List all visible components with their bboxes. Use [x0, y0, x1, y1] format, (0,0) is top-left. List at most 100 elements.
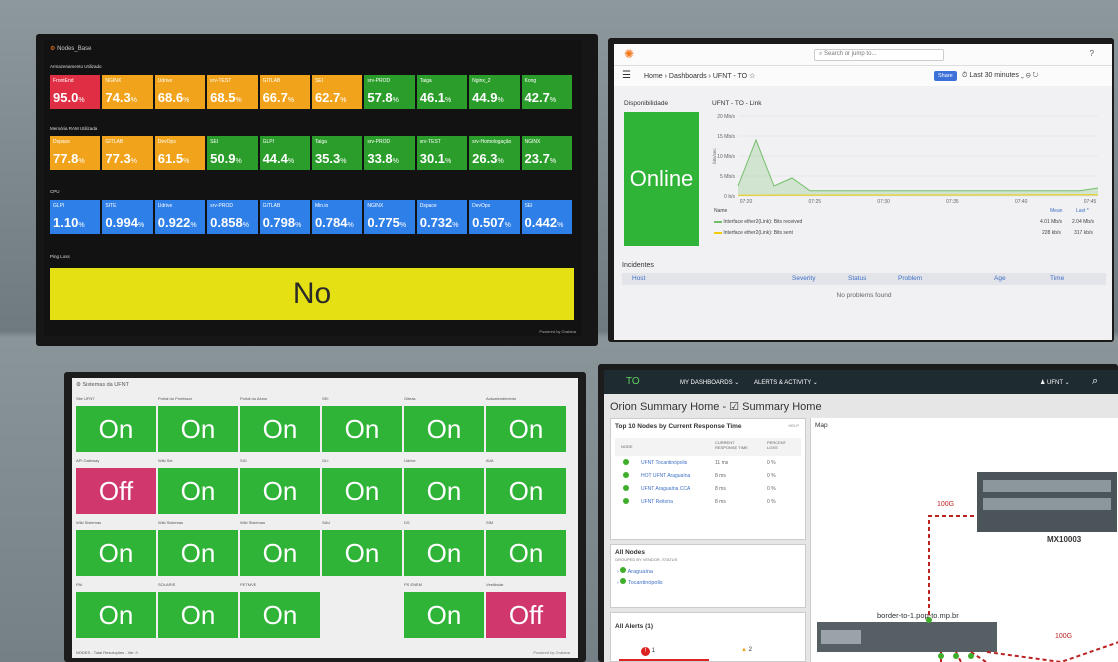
grafana-logo-icon[interactable]: ✺ — [624, 47, 634, 61]
storage-tile[interactable]: Kong 42.7% — [521, 75, 572, 109]
col-age[interactable]: Age — [994, 275, 1006, 282]
breadcrumb[interactable]: Home › Dashboards › UFNT - TO ☆ — [644, 72, 755, 80]
time-range-picker[interactable]: ⏱ Last 30 minutes ⌄ ⊖ ↻ — [962, 72, 1038, 80]
system-cell[interactable]: Autoatendimento On — [486, 396, 566, 456]
group-araguaina[interactable]: › Araguaína — [611, 562, 805, 575]
help-icon[interactable]: ? — [1090, 49, 1094, 58]
system-label: SAU — [322, 520, 331, 525]
tile-label: NGINX — [524, 139, 541, 145]
ram-tile[interactable]: DevOps 61.5% — [154, 136, 206, 170]
cpu-tile[interactable]: Udrive 0.922% — [154, 200, 206, 234]
cpu-tile[interactable]: NGINX 0.775% — [364, 200, 415, 234]
ram-tile[interactable]: srv-PROD 33.8% — [364, 136, 415, 170]
menu-icon[interactable]: ☰ — [622, 70, 631, 81]
cpu-tile[interactable]: DevOps 0.507% — [469, 200, 520, 234]
system-cell[interactable]: Portal do Aluno On — [240, 396, 320, 456]
y-tick-label: 20 Mb/s — [717, 114, 735, 120]
dashboard-title[interactable]: ⚙ Sistemas da UFNT — [76, 382, 129, 388]
search-icon[interactable]: ⌕ — [1092, 375, 1098, 388]
ram-tile[interactable]: Taiga 35.3% — [311, 136, 363, 170]
system-cell[interactable]: SEI On — [322, 396, 402, 456]
system-cell[interactable]: SIM On — [486, 520, 566, 580]
storage-tile[interactable]: Taiga 46.1% — [416, 75, 468, 109]
user-menu[interactable]: ♟ UFNT ⌄ — [1040, 379, 1070, 386]
node-name[interactable]: HOT UFNT Araguaína — [641, 473, 690, 479]
system-cell[interactable] — [322, 582, 402, 642]
critical-alerts[interactable]: ! 1 — [641, 647, 655, 656]
ram-tile[interactable]: srv-TEST 30.1% — [416, 136, 468, 170]
alerts-activity-menu[interactable]: ALERTS & ACTIVITY ⌄ — [754, 379, 818, 386]
system-cell[interactable]: AVA On — [486, 458, 566, 518]
ram-tile[interactable]: Dspace 77.8% — [50, 136, 101, 170]
col-severity[interactable]: Severity — [792, 275, 815, 282]
system-cell[interactable]: PS ENEM On — [404, 582, 484, 642]
storage-tile[interactable]: FrontEnd 95.0% — [50, 75, 101, 109]
system-cell[interactable]: Udrive On — [404, 458, 484, 518]
table-row[interactable]: UFNT Araguaína CCA 8 ms 0 % — [611, 482, 805, 495]
col-problem[interactable]: Problem — [898, 275, 922, 282]
system-cell[interactable]: API Gateway Off — [76, 458, 156, 518]
col-time[interactable]: Time — [1050, 275, 1064, 282]
my-dashboards-menu[interactable]: MY DASHBOARDS ⌄ — [680, 379, 739, 386]
ram-tile[interactable]: GLPI 44.4% — [259, 136, 310, 170]
cpu-tile[interactable]: srv-PROD 0.858% — [207, 200, 258, 234]
dashboard-title[interactable]: ⚙ Nodes_Base — [50, 45, 91, 52]
storage-tile[interactable]: SEI 62.7% — [311, 75, 363, 109]
storage-tile[interactable]: srv-TEST 68.5% — [207, 75, 258, 109]
system-cell[interactable]: SIG On — [240, 458, 320, 518]
cpu-tile[interactable]: SEI 0.442% — [521, 200, 572, 234]
tile-label: Taiga — [314, 139, 327, 145]
warning-alerts[interactable]: ▲ 2 — [741, 647, 752, 653]
system-cell[interactable]: Vestibular Off — [486, 582, 566, 642]
cpu-tile[interactable]: GITLAB 0.798% — [259, 200, 310, 234]
col-percent-loss[interactable]: PERCENT LOSS — [767, 440, 797, 450]
legend-sent[interactable]: Interface ether2(Link): Bits sent — [714, 230, 793, 236]
node-name[interactable]: UFNT Reitoria — [641, 499, 673, 505]
system-cell[interactable]: DS On — [404, 520, 484, 580]
search-input[interactable]: ⌕ Search or jump to... — [814, 49, 944, 61]
system-cell[interactable]: SAU On — [322, 520, 402, 580]
table-row[interactable]: UFNT Reitoria 8 ms 0 % — [611, 495, 805, 508]
storage-tile[interactable]: NGINX 74.3% — [102, 75, 153, 109]
legend-received[interactable]: Interface ether2(Link): Bits received — [714, 219, 802, 225]
system-cell[interactable]: PAI On — [76, 582, 156, 642]
ram-tile[interactable]: SEI 50.9% — [207, 136, 258, 170]
table-row[interactable]: UFNT Tocantinópolis 11 ms 0 % — [611, 456, 805, 469]
share-button[interactable]: Share — [934, 71, 957, 81]
ram-tile[interactable]: GITLAB 77.3% — [102, 136, 153, 170]
system-cell[interactable]: Wiki Sistemas On — [158, 520, 238, 580]
system-cell[interactable]: Wiki Sistemas On — [76, 520, 156, 580]
group-tocantinopolis[interactable]: › Tocantinópolis — [611, 575, 805, 586]
system-cell[interactable]: Wiki Sei On — [158, 458, 238, 518]
warning-icon: ▲ — [741, 647, 747, 653]
storage-tile[interactable]: Udrive 68.6% — [154, 75, 206, 109]
col-status[interactable]: Status — [848, 275, 866, 282]
system-cell[interactable]: SOLARIS On — [158, 582, 238, 642]
system-cell[interactable]: Wiki Sistemas On — [240, 520, 320, 580]
storage-tile[interactable]: Nginx_2 44.9% — [469, 75, 520, 109]
tile-value: 23.7% — [524, 151, 557, 166]
ram-tile[interactable]: srv-Homologação 26.3% — [469, 136, 520, 170]
orion-logo[interactable]: TO — [626, 376, 640, 387]
col-host[interactable]: Host — [632, 275, 645, 282]
cpu-tile[interactable]: Dspace 0.732% — [416, 200, 468, 234]
system-cell[interactable]: Giteas On — [404, 396, 484, 456]
cpu-tile[interactable]: Min.io 0.784% — [311, 200, 363, 234]
cpu-tile[interactable]: SITE 0.994% — [102, 200, 153, 234]
col-node[interactable]: NODE — [621, 444, 633, 449]
node-name[interactable]: UFNT Tocantinópolis — [641, 460, 687, 466]
node-name[interactable]: UFNT Araguaína CCA — [641, 486, 690, 492]
cpu-tile[interactable]: GLPI 1.10% — [50, 200, 101, 234]
system-cell[interactable]: PETMVE On — [240, 582, 320, 642]
system-cell[interactable]: GLI On — [322, 458, 402, 518]
status-dot-icon — [623, 498, 629, 504]
system-cell[interactable]: Portal do Professor On — [158, 396, 238, 456]
storage-tile[interactable]: GITLAB 66.7% — [259, 75, 310, 109]
table-row[interactable]: HOT UFNT Araguaína 8 ms 0 % — [611, 469, 805, 482]
network-map[interactable]: 100G 100G MX10003 border-to-1.pop-to.mp.… — [811, 432, 1118, 662]
help-link[interactable]: HELP — [789, 423, 799, 428]
system-cell[interactable]: Site UFNT On — [76, 396, 156, 456]
ram-tile[interactable]: NGINX 23.7% — [521, 136, 572, 170]
storage-tile[interactable]: srv-PROD 57.8% — [364, 75, 415, 109]
col-response-time[interactable]: CURRENT RESPONSE TIME — [715, 440, 755, 450]
